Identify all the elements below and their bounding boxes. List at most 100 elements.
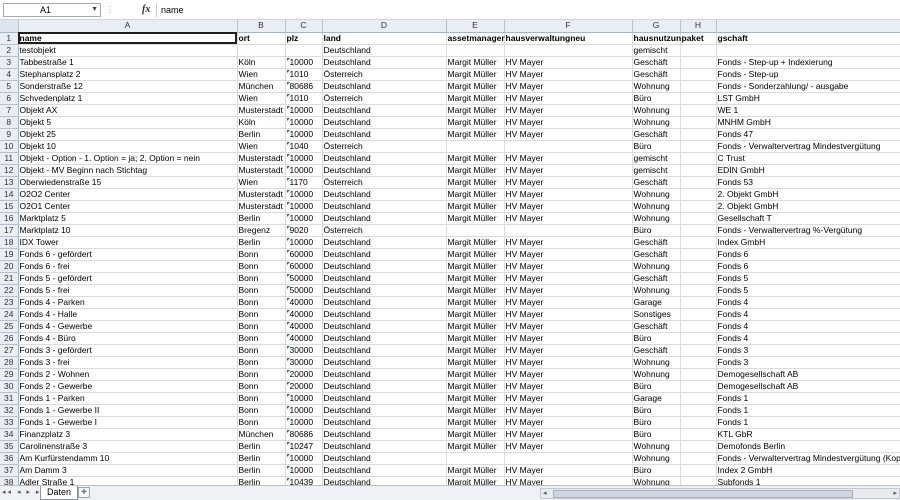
cell-e31[interactable]: Margit Müller bbox=[446, 392, 505, 405]
cell-h2[interactable] bbox=[680, 44, 717, 57]
row-header[interactable]: 29 bbox=[0, 368, 19, 381]
cell-c9[interactable]: 10000 bbox=[285, 128, 323, 141]
cell-e15[interactable]: Margit Müller bbox=[446, 200, 505, 213]
cell-d25[interactable]: Deutschland bbox=[322, 320, 447, 333]
cell-e5[interactable]: Margit Müller bbox=[446, 80, 505, 93]
cell-g11[interactable]: gemischt bbox=[632, 152, 681, 165]
cell-a7[interactable]: Objekt AX bbox=[18, 104, 238, 117]
row-header[interactable]: 37 bbox=[0, 464, 19, 477]
cell-h13[interactable] bbox=[680, 176, 717, 189]
cell-g22[interactable]: Wohnung bbox=[632, 284, 681, 297]
cell-e19[interactable]: Margit Müller bbox=[446, 248, 505, 261]
cell-e37[interactable]: Margit Müller bbox=[446, 464, 505, 477]
cell-a12[interactable]: Objekt - MV Beginn nach Stichtag bbox=[18, 164, 238, 177]
cell-a11[interactable]: Objekt - Option - 1. Option = ja; 2. Opt… bbox=[18, 152, 238, 165]
cell-d19[interactable]: Deutschland bbox=[322, 248, 447, 261]
cell-h23[interactable] bbox=[680, 296, 717, 309]
cell-f37[interactable]: HV Mayer bbox=[504, 464, 633, 477]
cell-d20[interactable]: Deutschland bbox=[322, 260, 447, 273]
cell-e29[interactable]: Margit Müller bbox=[446, 368, 505, 381]
row-header[interactable]: 21 bbox=[0, 272, 19, 285]
cell-f21[interactable]: HV Mayer bbox=[504, 272, 633, 285]
cell-c5[interactable]: 80686 bbox=[285, 80, 323, 93]
cell-f4[interactable]: HV Mayer bbox=[504, 68, 633, 81]
cell-e16[interactable]: Margit Müller bbox=[446, 212, 505, 225]
cell-h7[interactable] bbox=[680, 104, 717, 117]
cell-g23[interactable]: Garage bbox=[632, 296, 681, 309]
cell-c35[interactable]: 10247 bbox=[285, 440, 323, 453]
cell-e6[interactable]: Margit Müller bbox=[446, 92, 505, 105]
cell-g2[interactable]: gemischt bbox=[632, 44, 681, 57]
cell-e9[interactable]: Margit Müller bbox=[446, 128, 505, 141]
row-header[interactable]: 32 bbox=[0, 404, 19, 417]
cell-c6[interactable]: 1010 bbox=[285, 92, 323, 105]
cell-g5[interactable]: Wohnung bbox=[632, 80, 681, 93]
cell-a13[interactable]: Oberwiedenstraße 15 bbox=[18, 176, 238, 189]
cell-a17[interactable]: Marktplatz 10 bbox=[18, 224, 238, 237]
cell-e33[interactable]: Margit Müller bbox=[446, 416, 505, 429]
row-header[interactable]: 12 bbox=[0, 164, 19, 177]
cell-d18[interactable]: Deutschland bbox=[322, 236, 447, 249]
cell-d30[interactable]: Deutschland bbox=[322, 380, 447, 393]
row-header[interactable]: 11 bbox=[0, 152, 19, 165]
cell-h10[interactable] bbox=[680, 140, 717, 153]
insert-sheet-icon[interactable]: ✚ bbox=[78, 487, 90, 498]
cell-g7[interactable]: Wohnung bbox=[632, 104, 681, 117]
cell-d13[interactable]: Österreich bbox=[322, 176, 447, 189]
cell-i6[interactable]: LST GmbH bbox=[716, 92, 900, 105]
column-header-e[interactable]: E bbox=[446, 20, 505, 33]
row-header[interactable]: 20 bbox=[0, 260, 19, 273]
cell-b33[interactable]: Bonn bbox=[237, 416, 286, 429]
cell-g25[interactable]: Geschäft bbox=[632, 320, 681, 333]
cell-g15[interactable]: Wohnung bbox=[632, 200, 681, 213]
cell-i27[interactable]: Fonds 3 bbox=[716, 344, 900, 357]
cell-e21[interactable]: Margit Müller bbox=[446, 272, 505, 285]
cell-g18[interactable]: Geschäft bbox=[632, 236, 681, 249]
cell-i37[interactable]: Index 2 GmbH bbox=[716, 464, 900, 477]
cell-i25[interactable]: Fonds 4 bbox=[716, 320, 900, 333]
row-header[interactable]: 33 bbox=[0, 416, 19, 429]
row-header[interactable]: 36 bbox=[0, 452, 19, 465]
cell-a36[interactable]: Am Kurfürstendamm 10 bbox=[18, 452, 238, 465]
cell-g36[interactable]: Wohnung bbox=[632, 452, 681, 465]
cell-e22[interactable]: Margit Müller bbox=[446, 284, 505, 297]
cell-h38[interactable] bbox=[680, 476, 717, 485]
cell-c30[interactable]: 20000 bbox=[285, 380, 323, 393]
cell-d31[interactable]: Deutschland bbox=[322, 392, 447, 405]
cell-c38[interactable]: 10439 bbox=[285, 476, 323, 485]
cell-f27[interactable]: HV Mayer bbox=[504, 344, 633, 357]
cell-i5[interactable]: Fonds - Sonderzahlung/ - ausgabe bbox=[716, 80, 900, 93]
cell-i26[interactable]: Fonds 4 bbox=[716, 332, 900, 345]
column-header-d[interactable]: D bbox=[322, 20, 447, 33]
cell-d34[interactable]: Deutschland bbox=[322, 428, 447, 441]
row-header[interactable]: 19 bbox=[0, 248, 19, 261]
cell-e32[interactable]: Margit Müller bbox=[446, 404, 505, 417]
cell-i16[interactable]: Gesellschaft T bbox=[716, 212, 900, 225]
row-header[interactable]: 28 bbox=[0, 356, 19, 369]
cell-a19[interactable]: Fonds 6 - gefördert bbox=[18, 248, 238, 261]
cell-i22[interactable]: Fonds 5 bbox=[716, 284, 900, 297]
select-all-corner[interactable] bbox=[0, 20, 19, 33]
row-header[interactable]: 25 bbox=[0, 320, 19, 333]
cell-i20[interactable]: Fonds 6 bbox=[716, 260, 900, 273]
formula-input[interactable]: name bbox=[156, 3, 900, 17]
cell-b18[interactable]: Berlin bbox=[237, 236, 286, 249]
cell-i33[interactable]: Fonds 1 bbox=[716, 416, 900, 429]
cell-d2[interactable]: Deutschland bbox=[322, 44, 447, 57]
cell-f34[interactable]: HV Mayer bbox=[504, 428, 633, 441]
row-header[interactable]: 14 bbox=[0, 188, 19, 201]
cell-e35[interactable]: Margit Müller bbox=[446, 440, 505, 453]
row-header[interactable]: 35 bbox=[0, 440, 19, 453]
cell-h17[interactable] bbox=[680, 224, 717, 237]
cell-a38[interactable]: Adler Straße 1 bbox=[18, 476, 238, 485]
cell-b2[interactable] bbox=[237, 44, 286, 57]
row-header[interactable]: 26 bbox=[0, 332, 19, 345]
row-header[interactable]: 27 bbox=[0, 344, 19, 357]
column-header-f[interactable]: F bbox=[504, 20, 633, 33]
cell-f20[interactable]: HV Mayer bbox=[504, 260, 633, 273]
cell-f18[interactable]: HV Mayer bbox=[504, 236, 633, 249]
cell-a23[interactable]: Fonds 4 - Parken bbox=[18, 296, 238, 309]
cell-g37[interactable]: Büro bbox=[632, 464, 681, 477]
cell-d1[interactable]: land bbox=[322, 32, 447, 45]
cell-a2[interactable]: testobjekt bbox=[18, 44, 238, 57]
